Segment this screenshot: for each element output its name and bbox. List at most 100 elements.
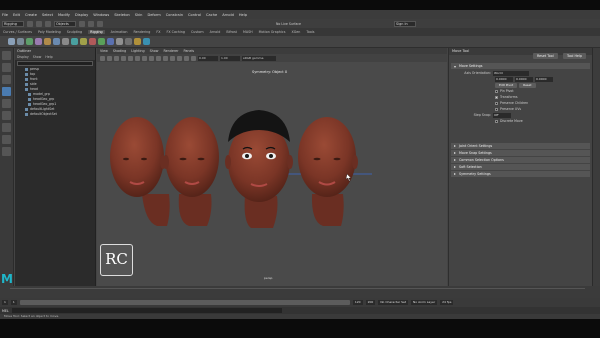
lights-icon[interactable] bbox=[170, 55, 175, 61]
range-bar[interactable] bbox=[19, 300, 350, 305]
tab-arnold[interactable]: Arnold bbox=[210, 30, 221, 34]
axis-y-field[interactable]: 0.0000 bbox=[515, 76, 533, 82]
axis-orientation-dropdown[interactable]: World bbox=[493, 70, 529, 76]
transforms-checkbox[interactable] bbox=[495, 95, 498, 99]
axis-x-field[interactable]: 0.0000 bbox=[495, 76, 513, 82]
head-model-1[interactable] bbox=[110, 117, 170, 226]
tab-fx[interactable]: FX bbox=[156, 30, 160, 34]
joint-tool-icon[interactable] bbox=[8, 38, 15, 45]
xray-icon[interactable] bbox=[191, 55, 196, 61]
image-plane-icon[interactable] bbox=[121, 55, 126, 61]
shadows-icon[interactable] bbox=[177, 55, 182, 61]
range-end-field[interactable]: 120 bbox=[352, 300, 363, 305]
curve-icon[interactable] bbox=[134, 38, 141, 45]
history-icon[interactable] bbox=[125, 38, 132, 45]
circle-icon[interactable] bbox=[143, 38, 150, 45]
resolution-gate-icon[interactable] bbox=[142, 55, 147, 61]
viewport-menu-shading[interactable]: Shading bbox=[113, 49, 126, 53]
layout-single-icon[interactable] bbox=[2, 123, 11, 132]
freeze-icon[interactable] bbox=[116, 38, 123, 45]
snap-point-icon[interactable] bbox=[97, 20, 103, 27]
bind-skin-icon[interactable] bbox=[26, 38, 33, 45]
ik-handle-icon[interactable] bbox=[17, 38, 24, 45]
scale-tool-icon[interactable] bbox=[2, 111, 11, 120]
tab-mash[interactable]: MASH bbox=[243, 30, 253, 34]
save-scene-icon[interactable] bbox=[45, 20, 51, 27]
viewport-menu-show[interactable]: Show bbox=[150, 49, 159, 53]
character-set-dropdown[interactable]: No Character Set bbox=[378, 300, 409, 305]
paint-weights-icon[interactable] bbox=[35, 38, 42, 45]
menu-skeleton[interactable]: Skeleton bbox=[114, 13, 130, 17]
preserve-children-checkbox[interactable] bbox=[495, 101, 498, 105]
menu-windows[interactable]: Windows bbox=[93, 13, 109, 17]
tab-poly[interactable]: Poly Modeling bbox=[38, 30, 61, 34]
new-scene-icon[interactable] bbox=[27, 20, 33, 27]
tab-bifrost[interactable]: Bifrost bbox=[226, 30, 237, 34]
viewport-menu-lighting[interactable]: Lighting bbox=[131, 49, 144, 53]
parent-icon[interactable] bbox=[89, 38, 96, 45]
select-mode-dropdown[interactable]: Objects bbox=[54, 20, 76, 27]
smooth-shade-icon[interactable] bbox=[156, 55, 161, 61]
paint-select-icon[interactable] bbox=[2, 75, 11, 84]
lasso-tool-icon[interactable] bbox=[2, 63, 11, 72]
menu-modify[interactable]: Modify bbox=[58, 13, 70, 17]
menu-cache[interactable]: Cache bbox=[206, 13, 217, 17]
time-slider[interactable] bbox=[0, 286, 600, 298]
film-gate-icon[interactable] bbox=[135, 55, 140, 61]
menu-constrain[interactable]: Constrain bbox=[166, 13, 183, 17]
select-tool-icon[interactable] bbox=[2, 51, 11, 60]
step-snap-dropdown[interactable]: Off bbox=[493, 112, 511, 118]
edit-pivot-button[interactable]: Edit Pivot bbox=[495, 82, 518, 88]
constraint-icon[interactable] bbox=[71, 38, 78, 45]
reset-pivot-button[interactable]: Reset bbox=[519, 82, 536, 88]
viewport-menu-view[interactable]: View bbox=[100, 49, 108, 53]
aim-icon[interactable] bbox=[107, 38, 114, 45]
outliner-item[interactable]: defaultObjectSet bbox=[15, 112, 95, 117]
menu-deform[interactable]: Deform bbox=[147, 13, 160, 17]
tab-rigging[interactable]: Rigging bbox=[88, 30, 105, 34]
move-tool-icon[interactable] bbox=[2, 87, 11, 96]
workspace-dropdown[interactable]: Rigging bbox=[2, 20, 24, 27]
isolate-icon[interactable] bbox=[184, 55, 189, 61]
head-model-3[interactable] bbox=[225, 110, 293, 228]
layout-persp-outliner-icon[interactable] bbox=[2, 147, 11, 156]
sign-in-button[interactable]: Sign In bbox=[394, 20, 417, 27]
tab-tools[interactable]: Tools bbox=[306, 30, 314, 34]
outliner-menu-show[interactable]: Show bbox=[33, 54, 42, 60]
rotate-tool-icon[interactable] bbox=[2, 99, 11, 108]
discrete-move-checkbox[interactable] bbox=[495, 119, 498, 123]
section-joint-orient[interactable]: Joint Orient Settings bbox=[451, 143, 590, 149]
snap-curve-icon[interactable] bbox=[88, 20, 94, 27]
menu-display[interactable]: Display bbox=[75, 13, 88, 17]
bookmark-icon[interactable] bbox=[114, 55, 119, 61]
viewport-menu-renderer[interactable]: Renderer bbox=[163, 49, 178, 53]
tab-fx-caching[interactable]: FX Caching bbox=[166, 30, 185, 34]
snap-grid-icon[interactable] bbox=[79, 20, 85, 27]
start-time-field[interactable]: 1 bbox=[2, 300, 8, 305]
menu-file[interactable]: File bbox=[2, 13, 8, 17]
wireframe-icon[interactable] bbox=[149, 55, 154, 61]
menu-arnold[interactable]: Arnold bbox=[222, 13, 234, 17]
reset-tool-button[interactable]: Reset Tool bbox=[533, 53, 558, 59]
menu-skin[interactable]: Skin bbox=[135, 13, 143, 17]
viewport-panel[interactable]: View Shading Lighting Show Renderer Pane… bbox=[97, 48, 447, 286]
range-start-field[interactable]: 1 bbox=[10, 300, 17, 305]
menu-edit[interactable]: Edit bbox=[13, 13, 20, 17]
open-scene-icon[interactable] bbox=[36, 20, 42, 27]
color-space-dropdown[interactable]: sRGB gamma bbox=[242, 55, 276, 61]
section-move-settings[interactable]: Move Settings bbox=[451, 63, 590, 69]
preserve-uvs-checkbox[interactable] bbox=[495, 107, 498, 111]
viewport-menu-panels[interactable]: Panels bbox=[184, 49, 195, 53]
tab-custom[interactable]: Custom bbox=[191, 30, 204, 34]
section-move-snap[interactable]: Move Snap Settings bbox=[451, 150, 590, 156]
tab-sculpting[interactable]: Sculpting bbox=[67, 30, 82, 34]
outliner-search-input[interactable] bbox=[17, 61, 93, 66]
section-soft-selection[interactable]: Soft Selection bbox=[451, 164, 590, 170]
section-common-selection[interactable]: Common Selection Options bbox=[451, 157, 590, 163]
grid-icon[interactable] bbox=[128, 55, 133, 61]
right-side-tabs[interactable] bbox=[592, 48, 600, 286]
cluster-icon[interactable] bbox=[44, 38, 51, 45]
menu-help[interactable]: Help bbox=[239, 13, 247, 17]
mel-label[interactable]: MEL bbox=[2, 309, 9, 313]
menu-create[interactable]: Create bbox=[25, 13, 37, 17]
